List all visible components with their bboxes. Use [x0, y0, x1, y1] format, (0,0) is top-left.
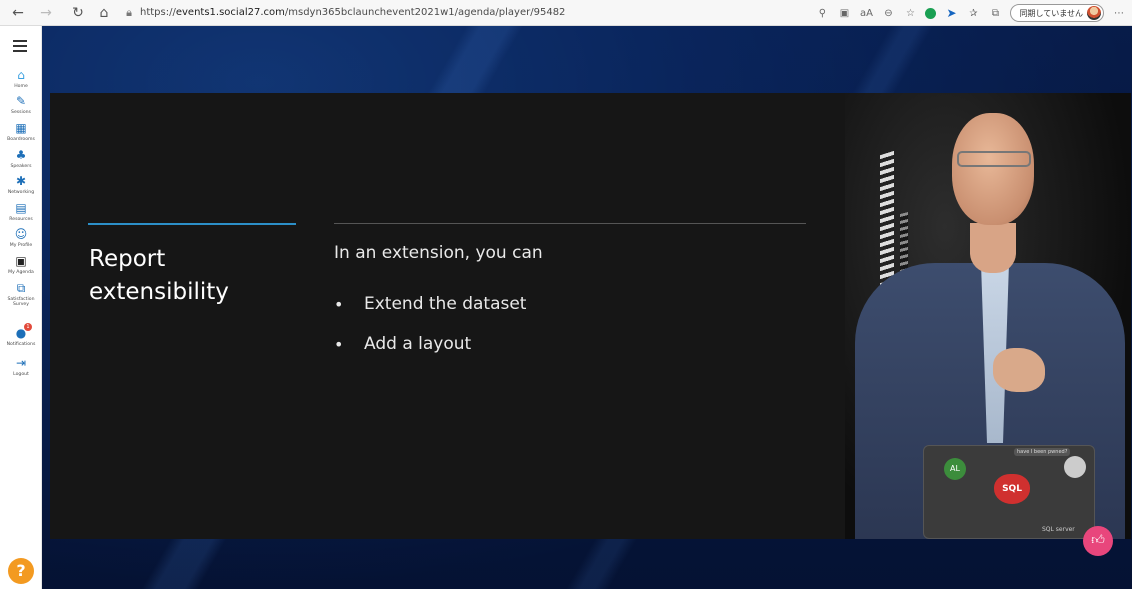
speaker-neck	[970, 223, 1016, 273]
document-icon: ▤	[15, 201, 27, 215]
sidebar-item-speakers[interactable]: ♣ Speakers	[0, 148, 42, 169]
divider	[334, 223, 806, 224]
sidebar-item-label: Sessions	[11, 110, 31, 115]
calendar-grid-icon: ▦	[15, 121, 27, 135]
sidebar-item-resources[interactable]: ▤ Resources	[0, 201, 42, 222]
sidebar-item-label: My Profile	[9, 243, 33, 248]
url-host: events1.social27.com	[175, 7, 285, 18]
laptop: have I been pwned? AL SQL SQL server	[923, 445, 1095, 539]
bullet-icon: •	[334, 294, 344, 314]
sidebar-item-label: Speakers	[10, 164, 32, 169]
sidebar-item-label: Boardrooms	[7, 137, 35, 142]
back-button[interactable]: ←	[8, 3, 28, 23]
bullet-text: Extend the dataset	[364, 294, 527, 314]
search-icon[interactable]: ⚲	[815, 6, 829, 20]
sidebar-item-notifications[interactable]: ● 1 Notifications	[0, 323, 42, 347]
thumbs-up-icon: 👍︎	[1091, 533, 1105, 548]
video-player[interactable]: Report extensibility In an extension, yo…	[50, 93, 1131, 539]
home-icon: ⌂	[17, 68, 25, 82]
collections-icon[interactable]: ⧉	[988, 6, 1002, 20]
presentation-slide: Report extensibility In an extension, yo…	[50, 93, 845, 539]
read-aloud-icon[interactable]: aA	[859, 6, 873, 20]
session-stage: Report extensibility In an extension, yo…	[42, 26, 1132, 589]
list-item: • Extend the dataset	[334, 284, 526, 324]
sidebar-item-satisfaction-survey[interactable]: ⧉ Satisfaction Survey	[0, 281, 42, 307]
address-bar[interactable]: 🔒︎ https://events1.social27.com/msdyn365…	[122, 3, 565, 23]
slide-bullets: • Extend the dataset • Add a layout	[334, 284, 526, 364]
slide-intro: In an extension, you can	[334, 243, 543, 263]
sidebar-item-networking[interactable]: ✱ Networking	[0, 174, 42, 195]
laptop-sticker-tag: have I been pwned?	[1014, 448, 1071, 456]
profile-label: 同期していません	[1019, 8, 1083, 18]
extension-blue-icon[interactable]: ➤	[944, 6, 958, 20]
sidebar-item-label: My Agenda	[8, 270, 34, 275]
notification-badge: 1	[24, 323, 32, 331]
url-path: /msdyn365bclaunchevent2021w1/agenda/play…	[284, 7, 566, 18]
menu-icon[interactable]	[13, 40, 27, 55]
sidebar-item-label: Networking	[7, 190, 35, 195]
url-scheme: https://	[140, 7, 176, 18]
speaker-hand	[993, 348, 1045, 392]
sidebar: ⌂ Home ✎ Sessions ▦ Boardrooms ♣ Speaker…	[0, 26, 42, 589]
logout-icon: ⇥	[15, 356, 27, 370]
browser-toolbar: ← → ↻ ⌂ 🔒︎ https://events1.social27.com/…	[0, 0, 1132, 26]
help-button[interactable]: ?	[8, 558, 34, 584]
slide-title: Report extensibility	[89, 246, 229, 305]
laptop-sticker-al: AL	[944, 458, 966, 480]
favorites-icon[interactable]: ✰	[966, 6, 980, 20]
extension-green-icon[interactable]	[925, 7, 937, 19]
survey-icon: ⧉	[16, 281, 26, 295]
profile-icon: ☺	[14, 227, 28, 241]
profile-button[interactable]: 同期していません	[1010, 4, 1104, 22]
lock-icon: 🔒︎	[126, 5, 132, 19]
list-item: • Add a layout	[334, 324, 526, 364]
pencil-icon: ✎	[15, 94, 27, 108]
sidebar-item-label: Resources	[9, 217, 33, 222]
bullet-icon: •	[334, 334, 344, 354]
like-button[interactable]: 👍︎	[1083, 526, 1113, 556]
laptop-label: SQL server	[1042, 526, 1075, 533]
zoom-icon[interactable]: ⊖	[881, 6, 895, 20]
bullet-text: Add a layout	[364, 334, 472, 354]
laptop-sticker-round	[1064, 456, 1086, 478]
sidebar-item-home[interactable]: ⌂ Home	[0, 68, 42, 89]
sidebar-item-sessions[interactable]: ✎ Sessions	[0, 94, 42, 115]
accent-rule	[88, 223, 296, 225]
sidebar-item-label: Home	[14, 84, 28, 89]
more-icon[interactable]: ⋯	[1112, 6, 1126, 20]
url-text[interactable]: https://events1.social27.com/msdyn365bcl…	[140, 7, 565, 18]
laptop-sticker-sql: SQL	[994, 474, 1030, 504]
sidebar-item-label: Satisfaction Survey	[7, 297, 35, 307]
speaker-head	[952, 113, 1034, 225]
speaker-icon: ♣	[15, 148, 27, 162]
forward-button[interactable]: →	[36, 3, 56, 23]
sidebar-item-my-agenda[interactable]: ▣ My Agenda	[0, 254, 42, 275]
network-icon: ✱	[15, 174, 27, 188]
speaker-glasses	[957, 151, 1031, 167]
sidebar-item-logout[interactable]: ⇥ Logout	[0, 356, 42, 377]
reload-button[interactable]: ↻	[68, 3, 88, 23]
home-button[interactable]: ⌂	[94, 3, 114, 23]
avatar	[1087, 6, 1101, 20]
sidebar-item-my-profile[interactable]: ☺ My Profile	[0, 227, 42, 248]
app-icon[interactable]: ▣	[837, 6, 851, 20]
favorite-add-icon[interactable]: ☆	[903, 6, 917, 20]
agenda-icon: ▣	[15, 254, 27, 268]
sidebar-item-label: Notifications	[6, 342, 36, 347]
sidebar-item-boardrooms[interactable]: ▦ Boardrooms	[0, 121, 42, 142]
speaker-camera: have I been pwned? AL SQL SQL server	[845, 93, 1131, 539]
toolbar-actions: ⚲ ▣ aA ⊖ ☆ ➤ ✰ ⧉ 同期していません ⋯	[815, 3, 1126, 23]
sidebar-item-label: Logout	[13, 372, 29, 377]
